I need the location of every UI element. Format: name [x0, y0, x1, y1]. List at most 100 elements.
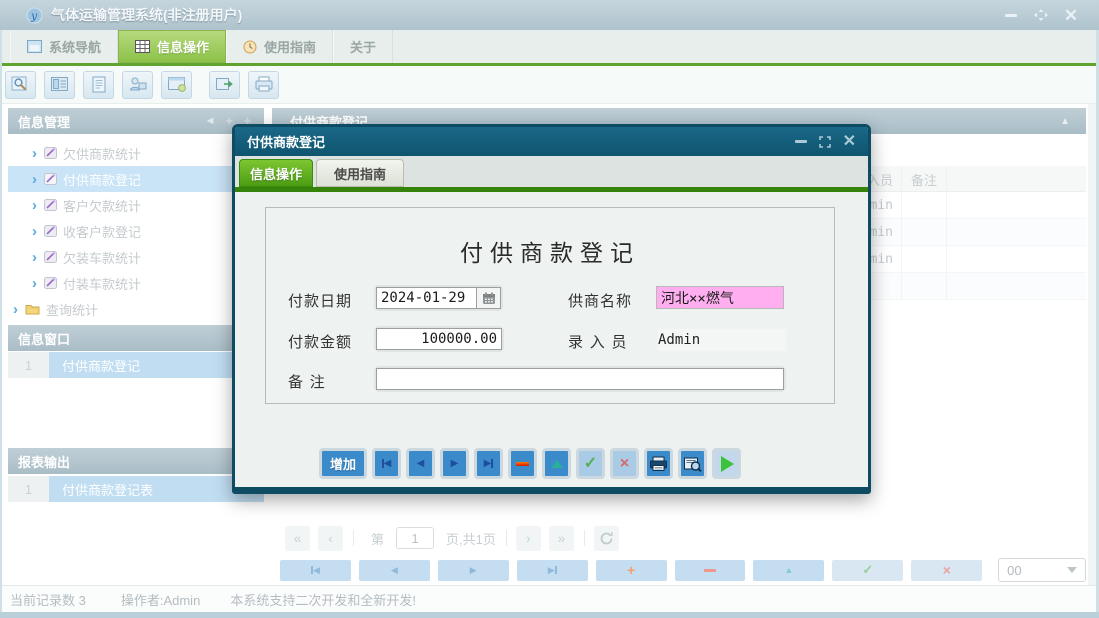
tree-item-query-stats[interactable]: › 查询统计	[8, 296, 264, 322]
first-page-icon[interactable]: «	[285, 526, 310, 551]
export-button[interactable]	[209, 71, 240, 99]
divider	[353, 530, 354, 546]
page-number-input[interactable]	[396, 527, 434, 549]
form-icon	[50, 76, 69, 93]
tree-item-label: 付装车款统计	[63, 274, 141, 293]
tree-item-label: 客户欠款统计	[63, 196, 141, 215]
chevron-right-icon: ›	[32, 198, 37, 213]
dialog-close-icon[interactable]: ✕	[843, 134, 856, 150]
document-button[interactable]	[83, 71, 114, 99]
chevron-right-icon: ›	[13, 302, 18, 317]
tab-about[interactable]: 关于	[333, 30, 393, 63]
cell-note	[901, 192, 947, 219]
minimize-icon[interactable]	[1003, 7, 1019, 23]
window-icon	[27, 40, 42, 53]
entry-clerk-value: Admin	[658, 329, 786, 351]
prev-record-button[interactable]: ◀	[406, 448, 435, 479]
report-output-item[interactable]: 1 付供商款登记表	[8, 476, 264, 502]
user-button[interactable]	[122, 71, 153, 99]
app-window: y 气体运输管理系统(非注册用户) ✕ 系统导航	[0, 0, 1099, 618]
preview-button[interactable]	[5, 71, 36, 99]
prev-record-button[interactable]: ◀	[359, 560, 430, 581]
search-icon	[11, 76, 30, 93]
tree-item-label: 欠供商款统计	[63, 144, 141, 163]
dialog-minimize-icon[interactable]	[795, 140, 807, 143]
note-field-group	[376, 368, 784, 390]
restore-icon[interactable]	[1033, 7, 1049, 23]
calendar-icon[interactable]	[476, 287, 501, 309]
close-icon[interactable]: ✕	[1063, 7, 1079, 23]
print-button[interactable]	[644, 448, 673, 479]
run-button[interactable]	[712, 448, 741, 479]
divider	[584, 530, 585, 546]
next-page-icon[interactable]: ›	[516, 526, 541, 551]
delete-record-button[interactable]	[508, 448, 537, 479]
panel-title: 信息窗口	[18, 329, 70, 348]
dialog-titlebar[interactable]: 付供商款登记 ✕	[235, 127, 868, 156]
edit-record-button[interactable]	[542, 448, 571, 479]
folder-icon	[25, 303, 40, 315]
tree-item-label: 查询统计	[46, 300, 98, 319]
tree-item-receive-customer-register[interactable]: › 收客户款登记	[8, 218, 264, 244]
divider	[506, 530, 507, 546]
prev-page-icon[interactable]: ‹	[318, 526, 343, 551]
first-record-button[interactable]: ◀	[372, 448, 401, 479]
wand-icon	[44, 147, 57, 159]
window-button[interactable]	[161, 71, 192, 99]
note-input[interactable]	[376, 368, 784, 390]
last-record-button[interactable]: ▶	[517, 560, 588, 581]
confirm-button[interactable]: ✓	[576, 448, 605, 479]
cancel-record-button[interactable]: ×	[911, 560, 982, 581]
status-bar: 当前记录数 3 操作者:Admin 本系统支持二次开发和全新开发!	[0, 585, 1099, 612]
dialog-title: 付供商款登记	[247, 132, 325, 151]
print-preview-icon	[683, 456, 702, 472]
cell-note	[901, 273, 947, 300]
edit-record-button[interactable]: ▲	[753, 560, 824, 581]
panel-header-info-mgmt: 信息管理 ◄ ✦ ✦	[8, 108, 264, 134]
tab-user-guide[interactable]: 使用指南	[226, 30, 333, 63]
cell-note	[901, 219, 947, 246]
page-size-select[interactable]: 00	[998, 558, 1086, 582]
print-button[interactable]	[248, 71, 279, 99]
collapse-up-icon[interactable]: ▲	[1060, 116, 1086, 127]
dialog-tab-info-operation[interactable]: 信息操作	[239, 159, 313, 187]
confirm-record-button[interactable]: ✓	[832, 560, 903, 581]
last-record-button[interactable]: ▶	[474, 448, 503, 479]
first-record-button[interactable]: ◀	[280, 560, 351, 581]
tab-system-nav[interactable]: 系统导航	[10, 30, 118, 63]
collapse-left-icon[interactable]: ◄	[205, 115, 216, 127]
delete-record-button[interactable]	[675, 560, 746, 581]
tab-label: 信息操作	[157, 37, 209, 56]
tree-item-customer-debt-stats[interactable]: › 客户欠款统计	[8, 192, 264, 218]
tree-item-owed-supplier-stats[interactable]: › 欠供商款统计	[8, 140, 264, 166]
refresh-icon[interactable]	[594, 526, 619, 551]
panel-title: 信息管理	[18, 112, 70, 131]
add-button[interactable]: 增加	[319, 448, 367, 479]
supplier-label: 供商名称	[568, 290, 632, 311]
last-page-icon[interactable]: »	[549, 526, 574, 551]
tree-item-owed-loading-stats[interactable]: › 欠装车款统计	[8, 244, 264, 270]
amount-input[interactable]	[376, 328, 502, 350]
main-titlebar: y 气体运输管理系统(非注册用户) ✕	[0, 0, 1099, 30]
dialog-maximize-icon[interactable]	[819, 136, 831, 148]
pay-date-input[interactable]	[376, 287, 476, 309]
tree-item-pay-loading-register[interactable]: › 付装车款统计	[8, 270, 264, 296]
form-box: 付供商款登记 付款日期 供商名称	[265, 207, 835, 404]
svg-text:y: y	[30, 9, 38, 22]
cancel-button[interactable]: ×	[610, 448, 639, 479]
tab-info-operation[interactable]: 信息操作	[118, 30, 226, 63]
print-preview-button[interactable]	[678, 448, 707, 479]
form-button[interactable]	[44, 71, 75, 99]
info-window-item[interactable]: 1 付供商款登记	[8, 352, 264, 378]
app-logo-icon: y	[26, 7, 43, 24]
tree-item-pay-supplier-register[interactable]: › 付供商款登记	[8, 166, 264, 192]
printer-icon	[254, 76, 274, 93]
dialog-tab-user-guide[interactable]: 使用指南	[316, 159, 404, 187]
supplier-input[interactable]	[656, 286, 784, 309]
next-record-button[interactable]: ▶	[440, 448, 469, 479]
window-controls: ✕	[1003, 7, 1089, 23]
next-record-button[interactable]: ▶	[438, 560, 509, 581]
add-record-button[interactable]: +	[596, 560, 667, 581]
tree-item-label: 收客户款登记	[63, 222, 141, 241]
column-header-note[interactable]: 备注	[901, 166, 947, 192]
